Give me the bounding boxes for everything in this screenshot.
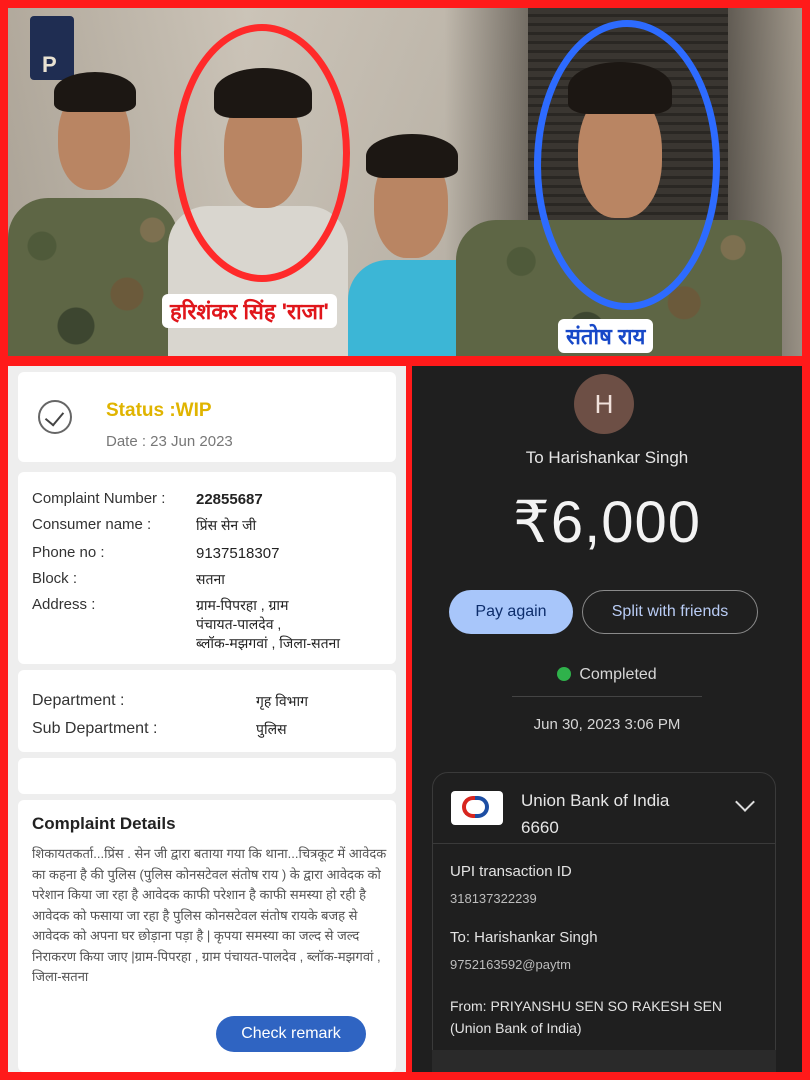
label-santosh: संतोष राय <box>558 319 654 353</box>
phone-label: Phone no : <box>32 544 105 561</box>
bank-name: Union Bank of India 6660 <box>521 791 670 837</box>
department-card: Department : गृह विभाग Sub Department : … <box>18 670 396 752</box>
clock-check-icon <box>38 400 72 434</box>
consumer-name-label: Consumer name : <box>32 516 152 533</box>
police-emblem-icon: P <box>30 16 74 80</box>
label-harishankar: हरिशंकर सिंह 'राजा' <box>162 294 337 328</box>
chevron-down-icon[interactable] <box>735 792 755 812</box>
to-label: To: Harishankar Singh <box>450 929 598 946</box>
to-vpa: 9752163592@paytm <box>450 957 571 972</box>
union-bank-logo-icon <box>451 791 503 825</box>
payee-avatar: H <box>574 374 634 434</box>
status-label: Completed <box>579 666 657 683</box>
payment-datetime: Jun 30, 2023 3:06 PM <box>533 716 681 733</box>
payment-screen: H To Harishankar Singh ₹6,000 Pay again … <box>412 366 802 1072</box>
empty-card <box>18 758 396 794</box>
sub-department-label: Sub Department : <box>32 720 158 737</box>
complaint-details-card: Complaint Details शिकायतकर्ता...प्रिंस .… <box>18 800 396 1072</box>
department-label: Department : <box>32 692 125 709</box>
pay-again-button[interactable]: Pay again <box>449 590 573 634</box>
details-title: Complaint Details <box>32 814 176 833</box>
payment-status: Completed <box>412 666 802 684</box>
complaint-info-card: Complaint Number : 22855687 Consumer nam… <box>18 472 396 664</box>
consumer-name-value: प्रिंस सेन जी <box>196 517 257 533</box>
blue-highlight-circle <box>534 20 720 310</box>
complaint-number-value: 22855687 <box>196 491 263 508</box>
upi-label: UPI transaction ID <box>450 863 572 880</box>
address-label: Address : <box>32 596 96 613</box>
details-text: शिकायतकर्ता...प्रिंस . सेन जी द्वारा बता… <box>32 846 387 984</box>
phone-value: 9137518307 <box>196 545 280 562</box>
divider <box>433 843 775 844</box>
from-account: From: PRIYANSHU SEN SO RAKESH SEN (Union… <box>450 998 723 1036</box>
divider <box>512 696 702 697</box>
complaint-screen: Status :WIP Date : 23 Jun 2023 Complaint… <box>8 366 406 1072</box>
check-remark-button[interactable]: Check remark <box>216 1016 366 1052</box>
red-highlight-circle <box>174 24 350 282</box>
upi-id: 318137322239 <box>450 891 537 906</box>
block-label: Block : <box>32 570 78 587</box>
address-value: ग्राम-पिपरहा , ग्राम पंचायत-पालदेव , ब्ल… <box>196 597 340 651</box>
block-value: सतना <box>196 571 225 587</box>
split-with-friends-button[interactable]: Split with friends <box>582 590 758 634</box>
check-circle-icon <box>557 667 572 681</box>
status-text: Status :WIP <box>106 400 212 421</box>
bank-details-card[interactable]: Union Bank of India 6660 UPI transaction… <box>432 772 776 1072</box>
payee-name: To Harishankar Singh <box>525 448 689 467</box>
status-card: Status :WIP Date : 23 Jun 2023 <box>18 372 396 462</box>
sub-department-value: पुलिस <box>256 721 287 737</box>
complaint-number-label: Complaint Number : <box>32 490 166 507</box>
news-photo: P हरिशंकर सिंह 'राजा' संतोष राय <box>8 8 802 356</box>
payment-amount: ₹6,000 <box>512 490 702 555</box>
bottom-fade <box>432 1050 776 1072</box>
status-date: Date : 23 Jun 2023 <box>106 433 233 450</box>
department-value: गृह विभाग <box>256 693 308 709</box>
